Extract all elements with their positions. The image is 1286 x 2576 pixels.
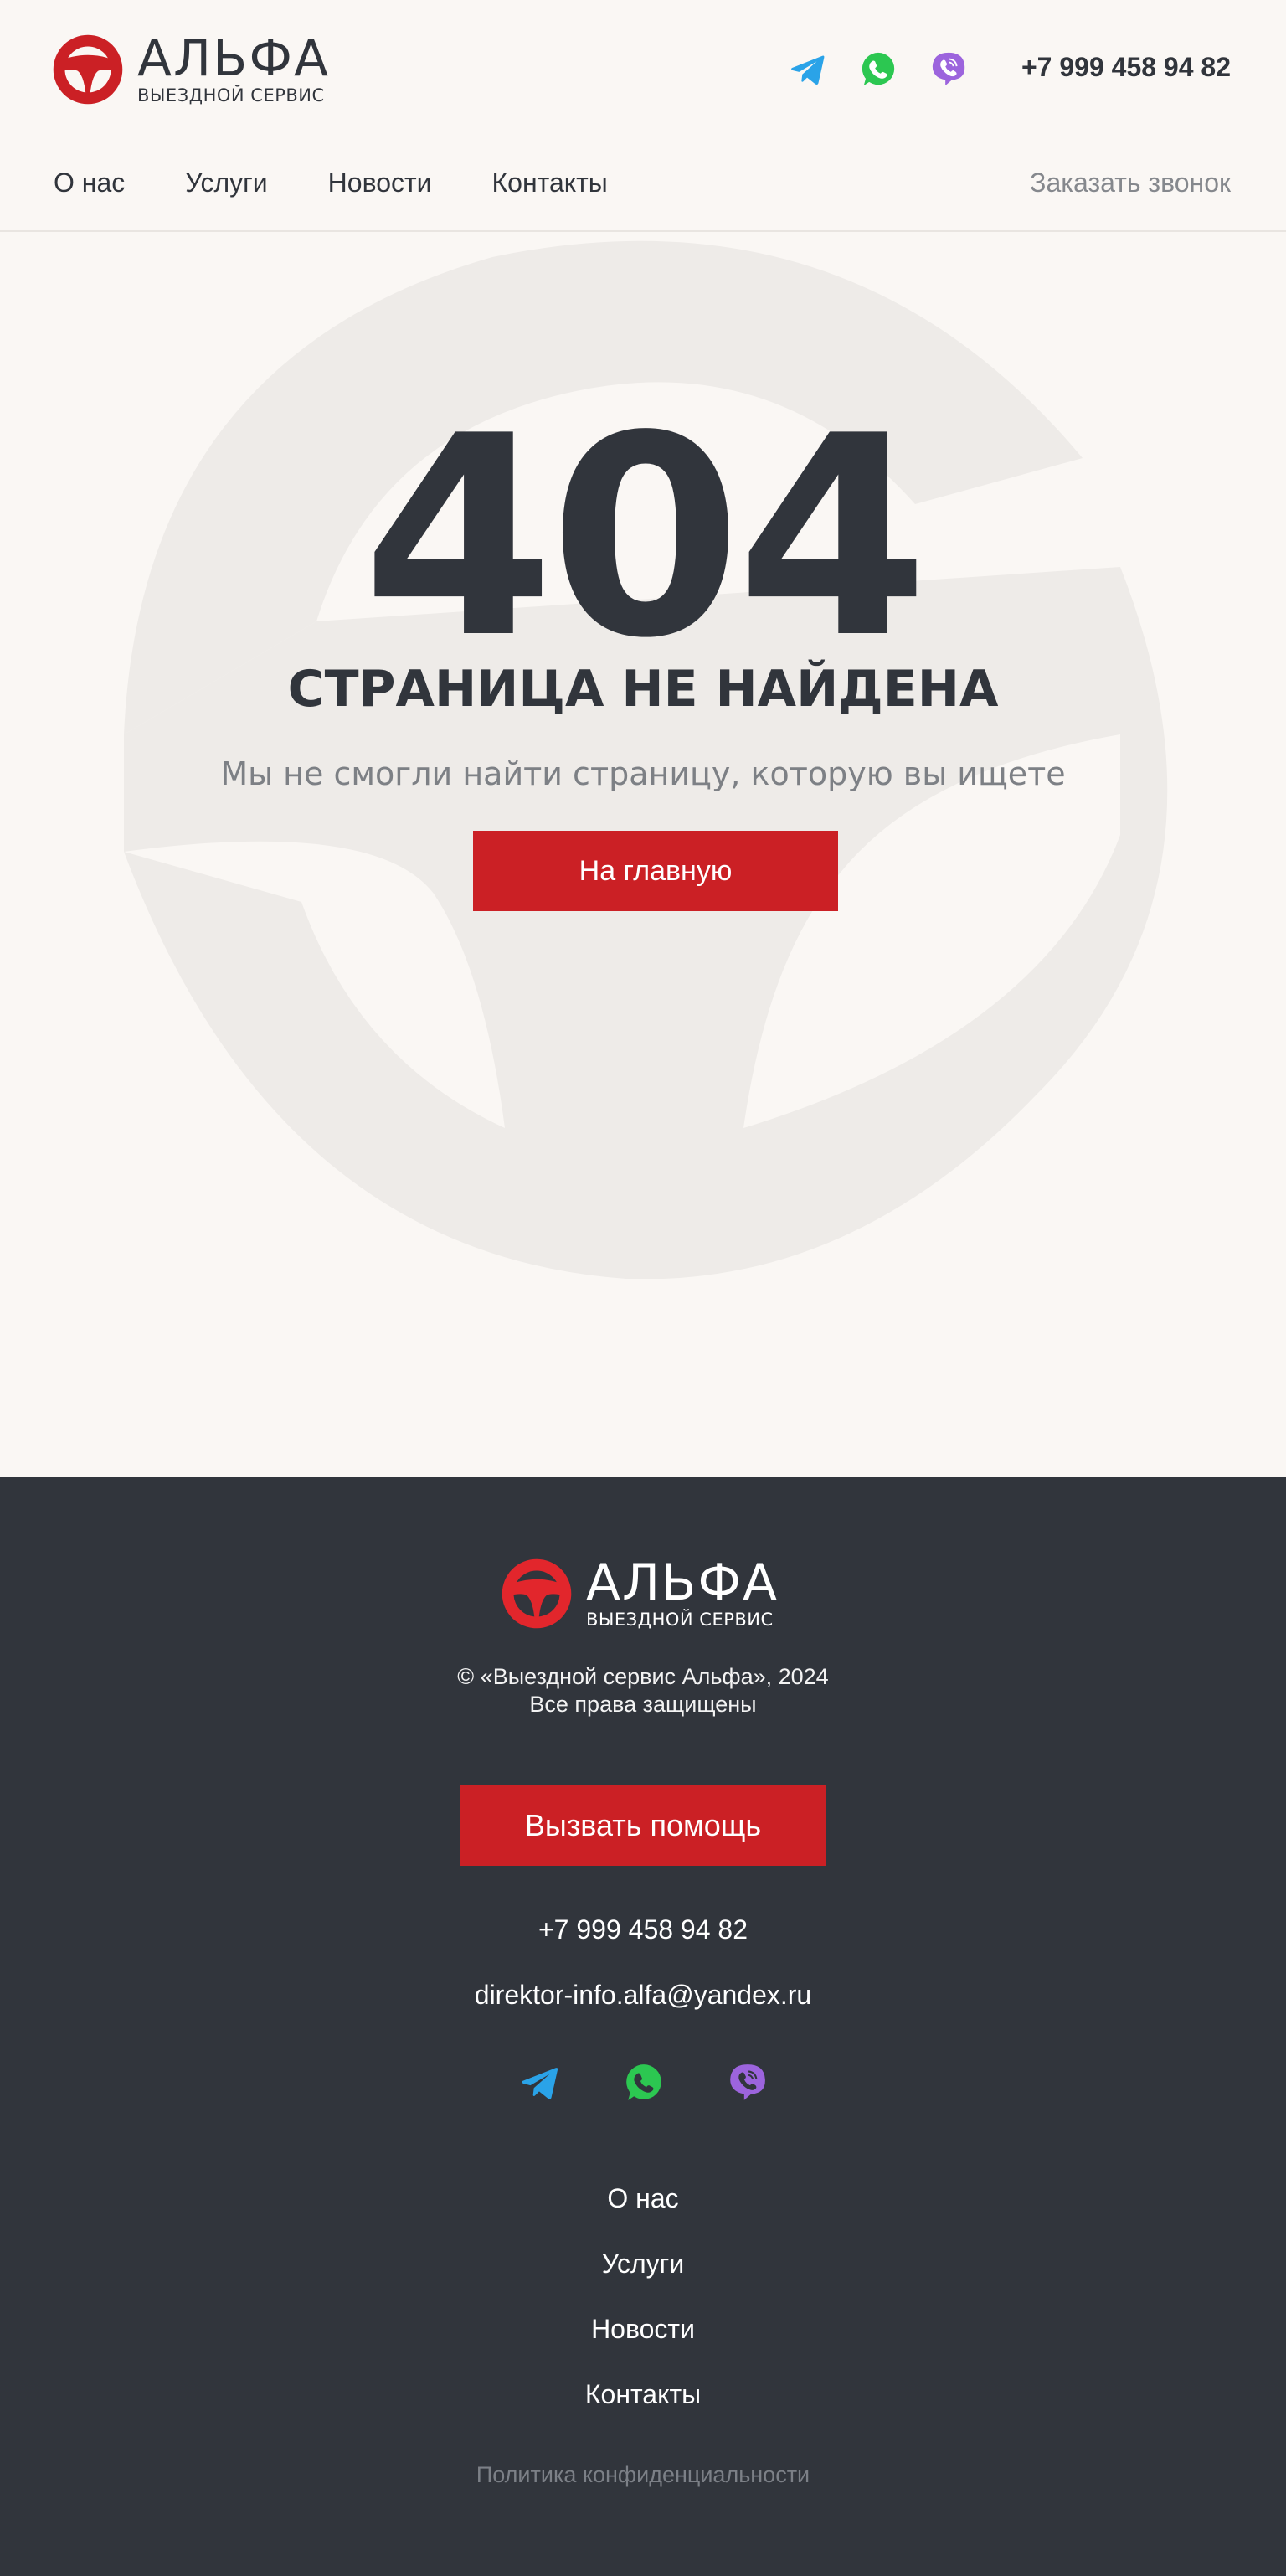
copyright-line: © «Выездной сервис Альфа», 2024: [457, 1664, 829, 1689]
logo-text: АЛЬФА ВЫЕЗДНОЙ СЕРВИС: [586, 1558, 779, 1630]
nav-item-services[interactable]: Услуги: [185, 167, 267, 198]
error-title: СТРАНИЦА НЕ НАЙДЕНА: [287, 660, 999, 719]
brand-name: АЛЬФА: [137, 29, 331, 88]
footer-nav-item-about[interactable]: О нас: [607, 2166, 678, 2231]
nav-item-about[interactable]: О нас: [54, 167, 125, 198]
telegram-icon[interactable]: [519, 2062, 561, 2104]
error-description: Мы не смогли найти страницу, которую вы …: [220, 755, 1066, 792]
nav-item-news[interactable]: Новости: [328, 167, 432, 198]
rights-line: Все права защищены: [529, 1692, 757, 1717]
copyright: © «Выездной сервис Альфа», 2024 Все прав…: [0, 1663, 1286, 1718]
brand-subtitle: ВЫЕЗДНОЙ СЕРВИС: [137, 85, 325, 106]
error-section: 404 СТРАНИЦА НЕ НАЙДЕНА Мы не смогли най…: [0, 232, 1286, 1477]
privacy-policy-link[interactable]: Политика конфиденциальности: [0, 2462, 1286, 2488]
viber-icon[interactable]: [929, 50, 968, 89]
steering-wheel-icon: [53, 34, 123, 105]
call-help-button[interactable]: Вызвать помощь: [460, 1785, 826, 1866]
footer-phone-link[interactable]: +7 999 458 94 82: [0, 1914, 1286, 1945]
viber-icon[interactable]: [727, 2062, 769, 2104]
site-footer: АЛЬФА ВЫЕЗДНОЙ СЕРВИС © «Выездной сервис…: [0, 1477, 1286, 2576]
site-header: АЛЬФА ВЫЕЗДНОЙ СЕРВИС +7 999 458 94 82 О…: [0, 0, 1286, 232]
brand-subtitle: ВЫЕЗДНОЙ СЕРВИС: [586, 1610, 774, 1630]
footer-social-links: [519, 2062, 769, 2104]
callback-link[interactable]: Заказать звонок: [1030, 167, 1231, 198]
header-logo[interactable]: АЛЬФА ВЫЕЗДНОЙ СЕРВИС: [52, 33, 330, 106]
steering-wheel-icon: [502, 1558, 572, 1629]
nav-item-contacts[interactable]: Контакты: [492, 167, 608, 198]
logo-text: АЛЬФА ВЫЕЗДНОЙ СЕРВИС: [137, 33, 330, 106]
home-button[interactable]: На главную: [473, 831, 838, 911]
footer-nav-item-services[interactable]: Услуги: [602, 2231, 684, 2296]
footer-nav: О нас Услуги Новости Контакты: [0, 2166, 1286, 2427]
footer-nav-item-contacts[interactable]: Контакты: [585, 2362, 701, 2427]
whatsapp-icon[interactable]: [623, 2062, 665, 2104]
error-code: 404: [362, 377, 929, 698]
header-phone-link[interactable]: +7 999 458 94 82: [1021, 52, 1231, 83]
header-social-links: [789, 50, 968, 89]
footer-email-link[interactable]: direktor-info.alfa@yandex.ru: [0, 1980, 1286, 2011]
main-nav: О нас Услуги Новости Контакты: [54, 167, 608, 198]
telegram-icon[interactable]: [789, 50, 827, 89]
brand-name: АЛЬФА: [586, 1553, 779, 1612]
whatsapp-icon[interactable]: [859, 50, 898, 89]
footer-nav-item-news[interactable]: Новости: [591, 2296, 695, 2362]
footer-logo[interactable]: АЛЬФА ВЫЕЗДНОЙ СЕРВИС: [501, 1558, 779, 1630]
